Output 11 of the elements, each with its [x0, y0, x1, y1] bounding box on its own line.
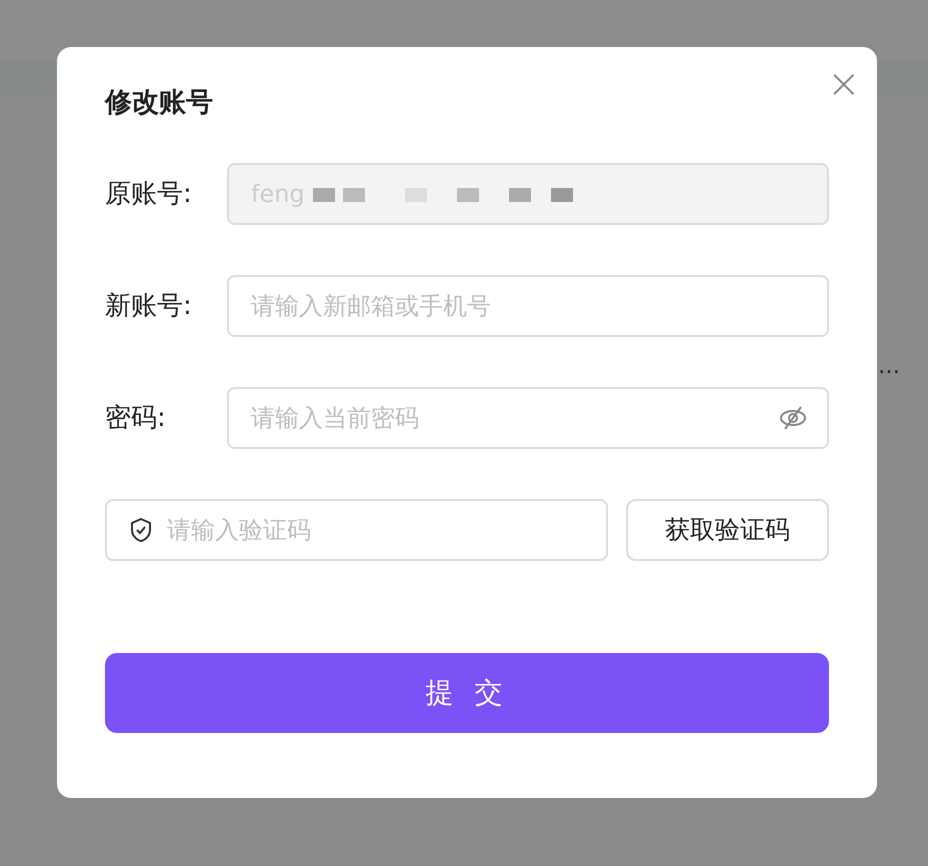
truncated-text: …: [878, 353, 900, 381]
close-button[interactable]: ×: [827, 69, 857, 99]
input-field[interactable]: 请输入验证码: [105, 499, 608, 561]
field-label: 原账号:: [105, 178, 193, 210]
field-label: 密码:: [105, 402, 167, 434]
get-code-button[interactable]: 获取验证码: [626, 499, 829, 561]
field-label: 新账号:: [105, 290, 193, 322]
dialog-title: 修改账号: [105, 86, 214, 120]
password-field[interactable]: 请输入当前密码: [227, 387, 829, 449]
submit-button[interactable]: 提 交: [105, 653, 829, 733]
input-field[interactable]: 请输入新邮箱或手机号: [227, 275, 829, 337]
